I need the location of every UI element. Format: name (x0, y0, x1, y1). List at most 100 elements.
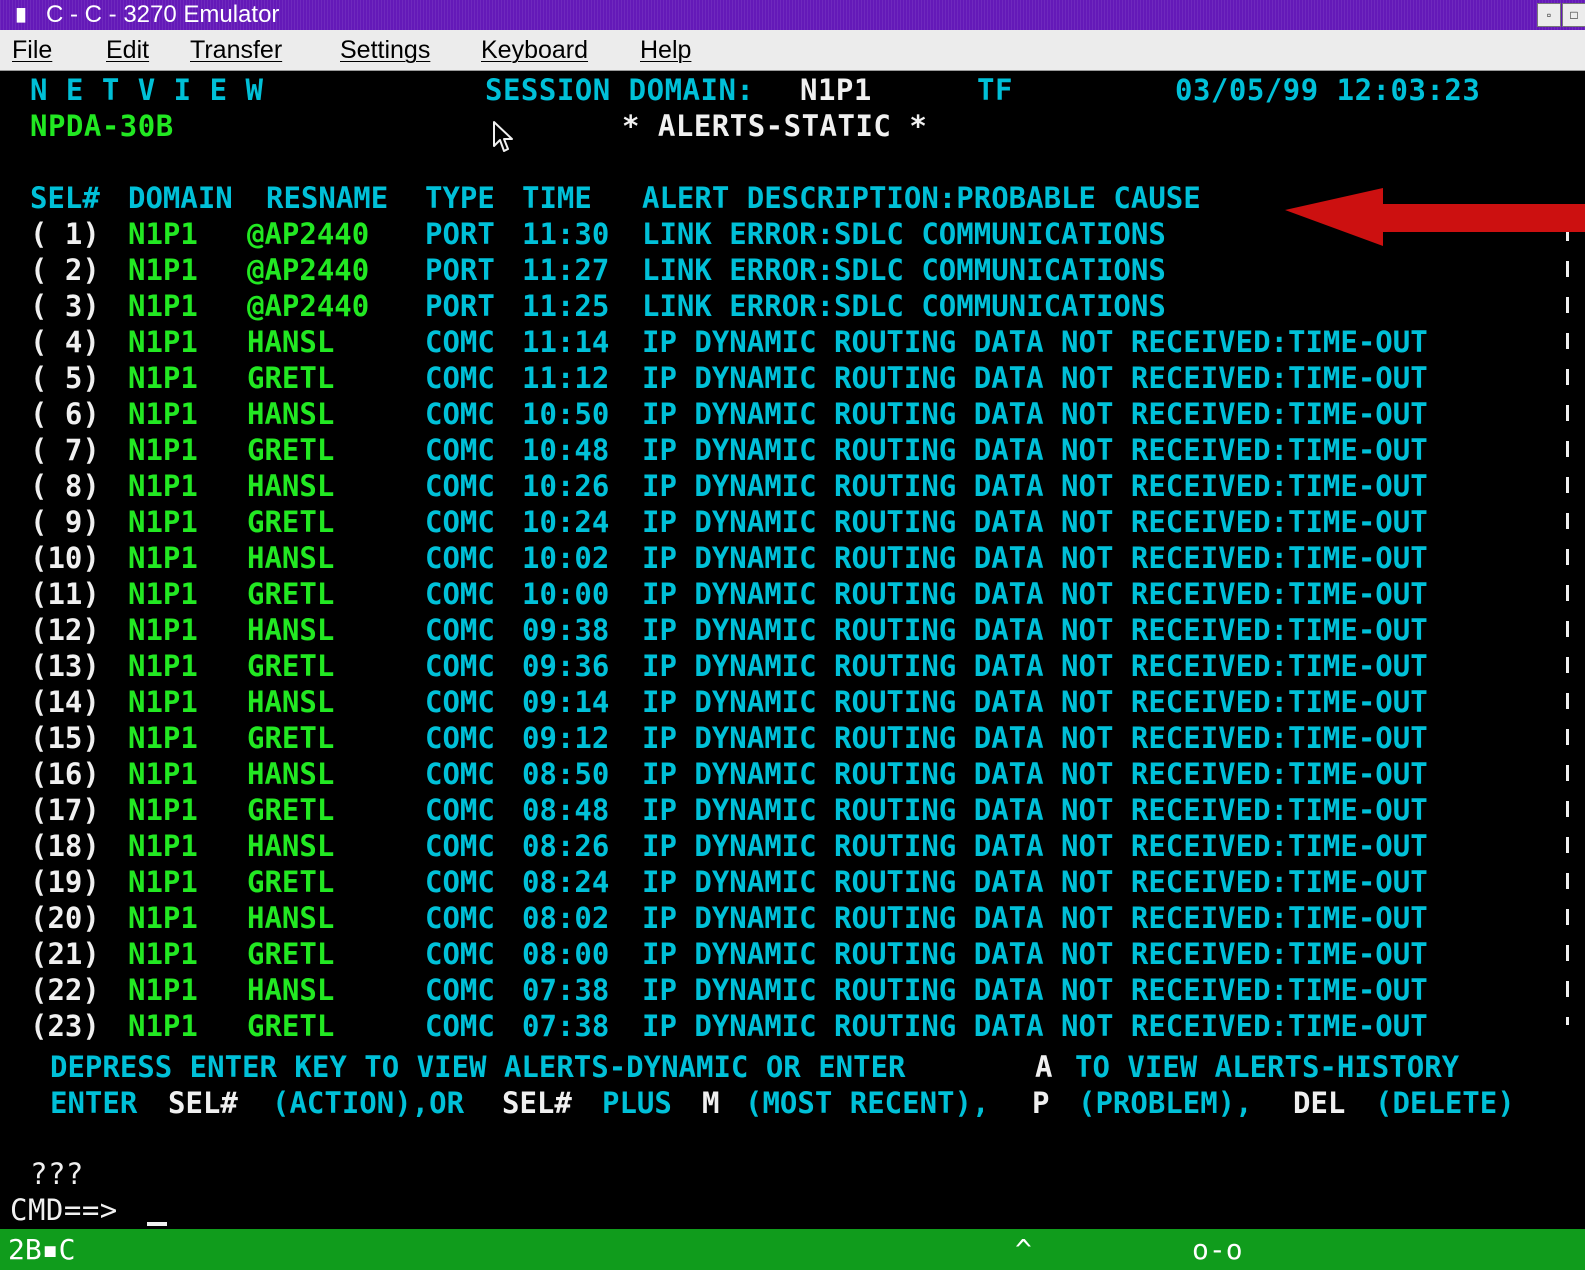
row-type: COMC (425, 757, 495, 791)
row-domain: N1P1 (128, 469, 198, 503)
instruction-text: (MOST RECENT), (745, 1086, 990, 1120)
row-time: 08:24 (522, 865, 610, 899)
row-sel: (20) (30, 901, 100, 935)
row-resname: GRETL (247, 937, 335, 971)
row-type: COMC (425, 505, 495, 539)
row-time: 09:12 (522, 721, 610, 755)
row-resname: HANSL (247, 469, 335, 503)
row-sel: ( 9) (30, 505, 100, 539)
row-type: COMC (425, 865, 495, 899)
row-description: IP DYNAMIC ROUTING DATA NOT RECEIVED:TIM… (642, 685, 1428, 719)
table-row[interactable]: (13) N1P1 GRETL COMC 09:36 IP DYNAMIC ROUTING… (0, 648, 1585, 684)
row-domain: N1P1 (128, 217, 198, 251)
row-domain: N1P1 (128, 973, 198, 1007)
table-row[interactable]: (10) N1P1 HANSL COMC 10:02 IP DYNAMIC ROUTING… (0, 540, 1585, 576)
table-row[interactable]: ( 3) N1P1 @AP2440 PORT 11:25 LINK ERROR:SDLC … (0, 288, 1585, 324)
header-time: TIME (522, 181, 592, 215)
row-description: IP DYNAMIC ROUTING DATA NOT RECEIVED:TIM… (642, 505, 1428, 539)
row-description: IP DYNAMIC ROUTING DATA NOT RECEIVED:TIM… (642, 577, 1428, 611)
row-time: 11:27 (522, 253, 610, 287)
session-domain-label: SESSION DOMAIN: (485, 73, 755, 107)
row-time: 09:14 (522, 685, 610, 719)
minimize-icon[interactable]: ▫ (1537, 3, 1561, 27)
row-sel: ( 4) (30, 325, 100, 359)
row-description: IP DYNAMIC ROUTING DATA NOT RECEIVED:TIM… (642, 757, 1428, 791)
table-row[interactable]: (11) N1P1 GRETL COMC 10:00 IP DYNAMIC ROUTING… (0, 576, 1585, 612)
instruction-text: PLUS (602, 1086, 672, 1120)
row-sel: (13) (30, 649, 100, 683)
header-type: TYPE (425, 181, 495, 215)
table-row[interactable]: (14) N1P1 HANSL COMC 09:14 IP DYNAMIC ROUTING… (0, 684, 1585, 720)
table-row[interactable]: (16) N1P1 HANSL COMC 08:50 IP DYNAMIC ROUTING… (0, 756, 1585, 792)
date-time: 03/05/99 12:03:23 (1175, 73, 1481, 107)
row-type: COMC (425, 793, 495, 827)
menu-edit[interactable]: Edit (106, 34, 149, 66)
menu-settings[interactable]: Settings (340, 34, 430, 66)
menu-keyboard[interactable]: Keyboard (481, 34, 588, 66)
row-sel: (12) (30, 613, 100, 647)
row-type: COMC (425, 361, 495, 395)
row-domain: N1P1 (128, 757, 198, 791)
row-resname: @AP2440 (247, 289, 370, 323)
row-resname: HANSL (247, 541, 335, 575)
row-time: 11:25 (522, 289, 610, 323)
row-time: 10:02 (522, 541, 610, 575)
row-type: COMC (425, 541, 495, 575)
row-type: COMC (425, 937, 495, 971)
row-description: IP DYNAMIC ROUTING DATA NOT RECEIVED:TIM… (642, 973, 1428, 1007)
command-prompt: CMD==> (10, 1193, 118, 1227)
table-row[interactable]: ( 8) N1P1 HANSL COMC 10:26 IP DYNAMIC ROUTING… (0, 468, 1585, 504)
system-menu-icon[interactable]: ▐▌ (6, 3, 36, 27)
table-row[interactable]: (15) N1P1 GRETL COMC 09:12 IP DYNAMIC ROUTING… (0, 720, 1585, 756)
menu-transfer[interactable]: Transfer (190, 34, 282, 66)
row-domain: N1P1 (128, 865, 198, 899)
table-row[interactable]: (22) N1P1 HANSL COMC 07:38 IP DYNAMIC ROUTING… (0, 972, 1585, 1008)
row-resname: GRETL (247, 433, 335, 467)
row-sel: ( 8) (30, 469, 100, 503)
header-domain: DOMAIN (128, 181, 233, 215)
table-row[interactable]: (19) N1P1 GRETL COMC 08:24 IP DYNAMIC ROUTING… (0, 864, 1585, 900)
row-resname: HANSL (247, 325, 335, 359)
row-description: IP DYNAMIC ROUTING DATA NOT RECEIVED:TIM… (642, 721, 1428, 755)
row-sel: ( 3) (30, 289, 100, 323)
row-type: COMC (425, 613, 495, 647)
menu-file[interactable]: File (12, 34, 52, 66)
table-row[interactable]: (21) N1P1 GRETL COMC 08:00 IP DYNAMIC ROUTING… (0, 936, 1585, 972)
table-row[interactable]: (12) N1P1 HANSL COMC 09:38 IP DYNAMIC ROUTING… (0, 612, 1585, 648)
row-resname: @AP2440 (247, 253, 370, 287)
row-description: IP DYNAMIC ROUTING DATA NOT RECEIVED:TIM… (642, 865, 1428, 899)
row-time: 08:00 (522, 937, 610, 971)
maximize-icon[interactable]: □ (1562, 3, 1585, 27)
row-type: PORT (425, 217, 495, 251)
row-resname: HANSL (247, 757, 335, 791)
row-type: COMC (425, 649, 495, 683)
row-description: IP DYNAMIC ROUTING DATA NOT RECEIVED:TIM… (642, 937, 1428, 971)
row-description: IP DYNAMIC ROUTING DATA NOT RECEIVED:TIM… (642, 649, 1428, 683)
row-sel: (11) (30, 577, 100, 611)
menu-help[interactable]: Help (640, 34, 691, 66)
row-resname: HANSL (247, 829, 335, 863)
row-sel: (18) (30, 829, 100, 863)
row-description: IP DYNAMIC ROUTING DATA NOT RECEIVED:TIM… (642, 541, 1428, 575)
instruction-line-2: ENTER SEL# (ACTION),OR SEL# PLUS M (MOST… (0, 1085, 1585, 1121)
table-row[interactable]: (17) N1P1 GRETL COMC 08:48 IP DYNAMIC ROUTING… (0, 792, 1585, 828)
table-row[interactable]: ( 6) N1P1 HANSL COMC 10:50 IP DYNAMIC ROUTING… (0, 396, 1585, 432)
table-row[interactable]: ( 7) N1P1 GRETL COMC 10:48 IP DYNAMIC ROUTING… (0, 432, 1585, 468)
table-row[interactable]: (20) N1P1 HANSL COMC 08:02 IP DYNAMIC ROUTING… (0, 900, 1585, 936)
instruction-text: DEPRESS ENTER KEY TO VIEW ALERTS-DYNAMIC… (50, 1050, 906, 1084)
session-indicator: 2B▪C (8, 1233, 76, 1266)
table-row[interactable]: (23) N1P1 GRETL COMC 07:38 IP DYNAMIC ROUTING… (0, 1008, 1585, 1044)
row-domain: N1P1 (128, 505, 198, 539)
row-time: 10:00 (522, 577, 610, 611)
panel-id: NPDA-30B (30, 109, 174, 143)
row-time: 10:50 (522, 397, 610, 431)
table-row[interactable]: (18) N1P1 HANSL COMC 08:26 IP DYNAMIC ROUTING… (0, 828, 1585, 864)
table-row[interactable]: ( 4) N1P1 HANSL COMC 11:14 IP DYNAMIC ROUTING… (0, 324, 1585, 360)
table-row[interactable]: ( 9) N1P1 GRETL COMC 10:24 IP DYNAMIC ROUTING… (0, 504, 1585, 540)
table-row[interactable]: ( 5) N1P1 GRETL COMC 11:12 IP DYNAMIC ROUTING… (0, 360, 1585, 396)
instruction-line-1: DEPRESS ENTER KEY TO VIEW ALERTS-DYNAMIC… (0, 1049, 1585, 1085)
table-row[interactable]: ( 2) N1P1 @AP2440 PORT 11:27 LINK ERROR:SDLC … (0, 252, 1585, 288)
row-domain: N1P1 (128, 289, 198, 323)
instruction-key: M (702, 1086, 720, 1120)
row-time: 11:12 (522, 361, 610, 395)
